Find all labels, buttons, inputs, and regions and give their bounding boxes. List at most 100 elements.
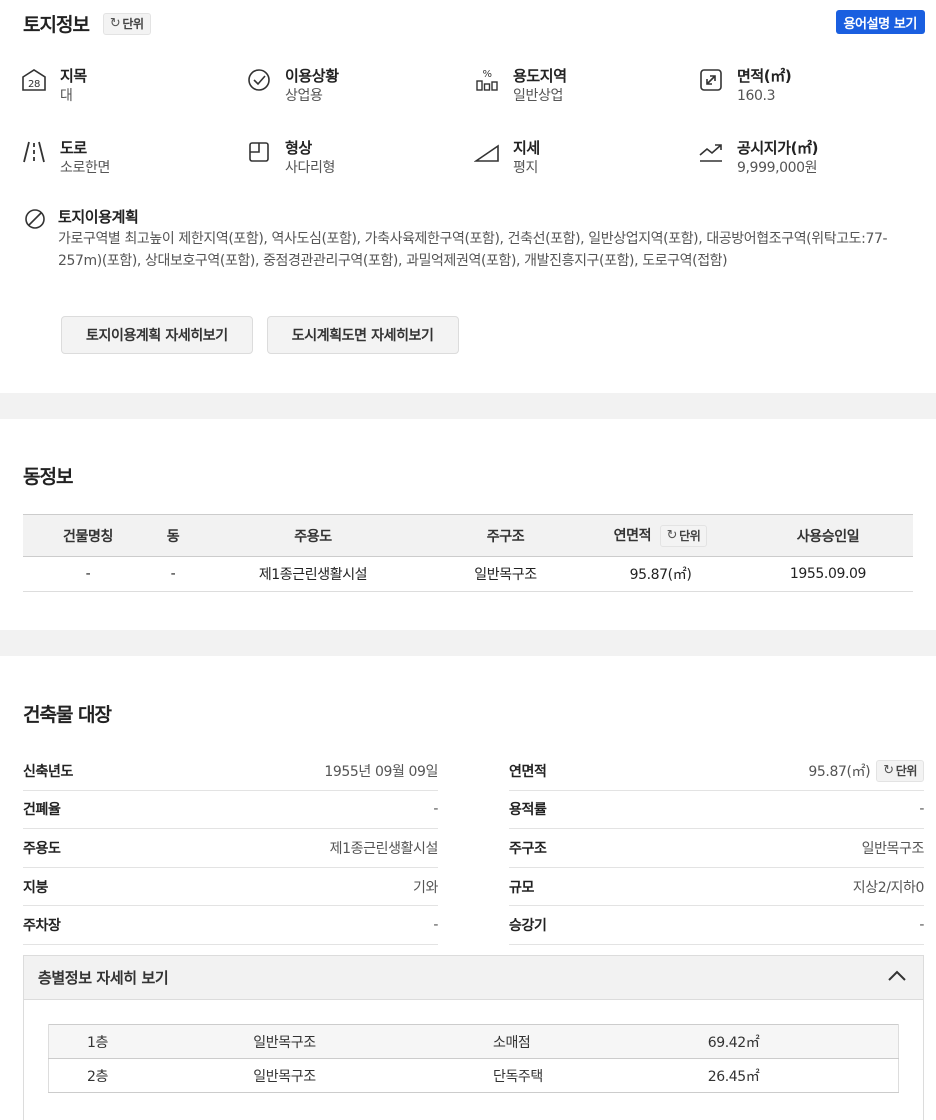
info-area: 면적(㎡) 160.3	[697, 66, 792, 106]
unit-label: 단위	[679, 529, 701, 543]
info-value: 소로한면	[60, 160, 110, 176]
column-header: 연면적	[613, 527, 652, 544]
info-jimok: 28 지목 대	[20, 66, 87, 106]
info-label: 도로	[60, 139, 87, 157]
column-header: 건물명칭	[23, 514, 153, 557]
column-header: 주구조	[433, 514, 578, 557]
building-registry-title: 건축물 대장	[23, 704, 112, 726]
urban-plan-map-detail-button[interactable]: 도시계획도면 자세히보기	[266, 316, 459, 354]
registry-value: 1955년 09월 09일	[324, 763, 438, 780]
dong-info-title: 동정보	[23, 466, 73, 488]
registry-label: 주용도	[23, 840, 61, 857]
table-cell: 2층	[48, 1058, 254, 1093]
road-icon	[20, 138, 48, 166]
registry-row: 규모 지상2/지하0	[509, 868, 924, 907]
registry-unit-toggle-button[interactable]: ↻ 단위	[876, 759, 924, 782]
registry-value: 95.87(㎡)	[808, 763, 871, 780]
svg-text:%: %	[482, 69, 491, 80]
registry-label: 건폐율	[23, 802, 61, 819]
registry-label: 승강기	[509, 918, 547, 935]
floor-info-toggle[interactable]: 층별정보 자세히 보기	[24, 956, 923, 1000]
table-cell: -	[153, 556, 193, 592]
table-cell: 소매점	[492, 1024, 708, 1059]
glossary-button[interactable]: 용어설명 보기	[835, 10, 925, 34]
refresh-icon: ↻	[666, 528, 678, 543]
trend-up-icon	[697, 138, 725, 166]
slope-icon	[473, 138, 501, 166]
info-label: 형상	[285, 139, 312, 157]
info-value: 일반상업	[513, 88, 563, 104]
table-row: - - 제1종근린생활시설 일반목구조 95.87(㎡) 1955.09.09	[23, 556, 913, 592]
registry-value: 제1종근린생활시설	[329, 840, 439, 857]
registry-value: 지상2/지하0	[852, 879, 925, 896]
registry-row: 주구조 일반목구조	[509, 829, 924, 868]
table-cell: 26.45㎡	[707, 1058, 899, 1093]
info-label: 용도지역	[513, 67, 567, 85]
unit-label: 단위	[122, 17, 144, 31]
table-row: 2층 일반목구조 단독주택 26.45㎡	[48, 1058, 899, 1093]
refresh-icon: ↻	[109, 16, 121, 31]
info-value: 160.3	[737, 88, 776, 104]
info-label: 지목	[60, 67, 87, 85]
info-label: 면적(㎡)	[737, 67, 792, 85]
registry-row: 승강기 -	[509, 906, 924, 945]
info-value: 9,999,000원	[737, 160, 818, 176]
registry-row: 용적률 -	[509, 791, 924, 830]
land-use-plan-detail-button[interactable]: 토지이용계획 자세히보기	[61, 316, 253, 354]
table-header-row: 건물명칭 동 주용도 주구조 연면적 ↻ 단위 사용승인일	[23, 514, 913, 557]
info-label: 지세	[513, 139, 540, 157]
registry-row: 주차장 -	[23, 906, 438, 945]
info-road: 도로 소로한면	[20, 138, 110, 178]
percent-bars-icon: %	[473, 66, 501, 94]
land-unit-toggle-button[interactable]: ↻ 단위	[102, 12, 151, 35]
registry-value: 일반목구조	[861, 840, 925, 857]
table-cell: 1955.09.09	[743, 556, 913, 592]
dong-unit-toggle-button[interactable]: ↻ 단위	[659, 524, 708, 547]
info-usage: 이용상황 상업용	[245, 66, 339, 106]
registry-value: -	[919, 801, 924, 818]
floor-info-panel: 층별정보 자세히 보기 1층 일반목구조 소매점 69.42㎡ 2층 일반목구조…	[23, 955, 924, 1120]
table-cell: 일반목구조	[433, 556, 578, 592]
land-use-plan: 토지이용계획 가로구역별 최고높이 제한지역(포함), 역사도심(포함), 가축…	[22, 206, 912, 272]
shape-icon	[245, 138, 273, 166]
registry-value-area: 95.87(㎡) ↻ 단위	[808, 759, 924, 782]
info-zoning: % 용도지역 일반상업	[473, 66, 567, 106]
info-label: 이용상황	[285, 67, 339, 85]
table-cell: 일반목구조	[253, 1058, 493, 1093]
registry-row: 건폐율 -	[23, 791, 438, 830]
registry-right-column: 연면적 95.87(㎡) ↻ 단위 용적률 - 주구조 일반목구조 규모 지상2…	[509, 752, 924, 945]
land-info-title: 토지정보	[23, 14, 90, 36]
registry-value: -	[433, 917, 438, 934]
land-info-header: 토지정보 ↻ 단위	[23, 10, 151, 37]
refresh-icon: ↻	[883, 763, 894, 779]
info-shape: 형상 사다리형	[245, 138, 335, 178]
svg-text:28: 28	[28, 79, 40, 90]
registry-label: 신축년도	[23, 763, 73, 780]
column-header: 사용승인일	[743, 514, 913, 557]
info-land-price: 공시지가(㎡) 9,999,000원	[697, 138, 819, 178]
floor-info-title: 층별정보 자세히 보기	[38, 969, 169, 987]
registry-left-column: 신축년도 1955년 09월 09일 건폐율 - 주용도 제1종근린생활시설 지…	[23, 752, 438, 945]
column-header: 동	[153, 514, 193, 557]
info-value: 상업용	[285, 88, 323, 104]
info-value: 평지	[513, 160, 538, 176]
chevron-up-icon[interactable]	[887, 970, 907, 986]
registry-row: 주용도 제1종근린생활시설	[23, 829, 438, 868]
land-use-plan-text: 가로구역별 최고높이 제한지역(포함), 역사도심(포함), 가축사육제한구역(…	[58, 231, 888, 269]
info-value: 사다리형	[285, 160, 335, 176]
registry-value: -	[919, 917, 924, 934]
registry-row: 연면적 95.87(㎡) ↻ 단위	[509, 752, 924, 791]
registry-label: 주차장	[23, 918, 61, 935]
registry-row: 신축년도 1955년 09월 09일	[23, 752, 438, 791]
table-cell: -	[23, 556, 153, 592]
land-info-section: 토지정보 ↻ 단위 용어설명 보기 28 지목 대 이용상황 상업용 % 용도지…	[0, 0, 936, 393]
info-value: 대	[60, 88, 73, 104]
info-terrain: 지세 평지	[473, 138, 540, 178]
floor-info-table: 1층 일반목구조 소매점 69.42㎡ 2층 일반목구조 단독주택 26.45㎡	[48, 1024, 899, 1093]
unit-label: 단위	[895, 764, 918, 779]
registry-label: 규모	[509, 879, 534, 896]
registry-label: 용적률	[509, 802, 547, 819]
dong-info-table: 건물명칭 동 주용도 주구조 연면적 ↻ 단위 사용승인일 - - 제1종근린생…	[23, 514, 913, 592]
check-circle-icon	[245, 66, 273, 94]
land-use-plan-label: 토지이용계획	[58, 208, 139, 226]
